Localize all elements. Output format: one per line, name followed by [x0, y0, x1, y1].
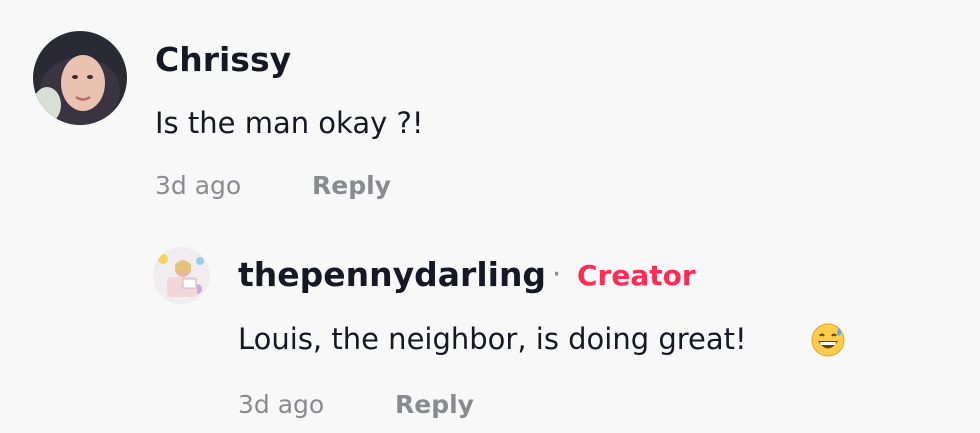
avatar[interactable]	[33, 31, 127, 125]
comment-username[interactable]: Chrissy	[155, 40, 291, 79]
reply-timestamp: 3d ago	[238, 390, 325, 419]
comment-text: Is the man okay ?!	[155, 106, 424, 140]
creator-avatar-photo	[153, 247, 210, 304]
grinning-sweat-emoji-icon	[810, 322, 846, 358]
reply-button[interactable]: Reply	[395, 390, 474, 419]
comment-timestamp: 3d ago	[155, 171, 242, 200]
user-avatar-photo	[33, 31, 127, 125]
comment-thread: Chrissy Is the man okay ?! 3d ago Reply …	[0, 0, 980, 433]
creator-badge: Creator	[577, 259, 696, 292]
avatar[interactable]	[153, 247, 210, 304]
reply-text: Louis, the neighbor, is doing great!	[238, 322, 747, 356]
reply-button[interactable]: Reply	[312, 171, 391, 200]
reply-username[interactable]: thepennydarling	[238, 255, 546, 294]
separator-dot: ·	[552, 257, 562, 291]
